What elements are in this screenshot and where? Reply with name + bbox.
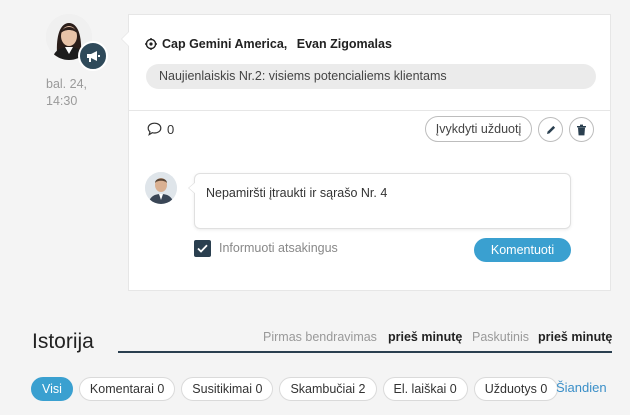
filter-emails[interactable]: El. laiškai 0 — [382, 377, 468, 401]
history-filters: Visi Komentarai 0 Susitikimai 0 Skambuči… — [31, 377, 559, 401]
delete-button[interactable] — [569, 117, 594, 142]
history-underline — [118, 351, 612, 353]
contact-link[interactable]: Evan Zigomalas — [297, 37, 392, 51]
company-contact-line: Cap Gemini America, Evan Zigomalas — [162, 37, 392, 51]
checkmark-icon — [197, 244, 208, 253]
complete-task-button[interactable]: Įvykdyti užduotį — [425, 116, 532, 142]
company-link[interactable]: Cap Gemini America, — [162, 37, 287, 51]
comment-icon — [147, 122, 162, 136]
comment-count: 0 — [167, 122, 175, 137]
target-icon — [145, 38, 157, 50]
edit-button[interactable] — [538, 117, 563, 142]
trash-icon — [577, 124, 586, 135]
last-contact-label: Paskutinis — [472, 330, 529, 344]
filter-calls[interactable]: Skambučiai 2 — [279, 377, 377, 401]
divider — [129, 110, 610, 111]
history-title: Istorija — [32, 330, 94, 353]
filter-comments[interactable]: Komentarai 0 — [78, 377, 176, 401]
pencil-icon — [546, 125, 555, 134]
post-timestamp: bal. 24, 14:30 — [46, 77, 88, 108]
first-contact-value: prieš minutę — [388, 330, 463, 344]
current-user-avatar — [145, 172, 177, 204]
comment-input[interactable]: Nepamiršti įtraukti ir sąrašo Nr. 4 — [188, 173, 571, 229]
filter-meetings[interactable]: Susitikimai 0 — [181, 377, 274, 401]
last-contact-value: prieš minutę — [538, 330, 613, 344]
today-link[interactable]: Šiandien — [556, 380, 607, 395]
notify-label[interactable]: Informuoti atsakingus — [219, 241, 338, 255]
filter-tasks[interactable]: Užduotys 0 — [473, 377, 559, 401]
megaphone-icon — [78, 41, 108, 71]
notify-checkbox[interactable] — [194, 240, 211, 257]
activity-card: Cap Gemini America, Evan Zigomalas Nauji… — [121, 14, 611, 291]
subject-pill[interactable]: Naujienlaiskis Nr.2: visiems potencialie… — [146, 64, 596, 89]
first-contact-label: Pirmas bendravimas — [263, 330, 377, 344]
filter-all[interactable]: Visi — [31, 377, 73, 401]
comment-submit-button[interactable]: Komentuoti — [474, 238, 571, 262]
